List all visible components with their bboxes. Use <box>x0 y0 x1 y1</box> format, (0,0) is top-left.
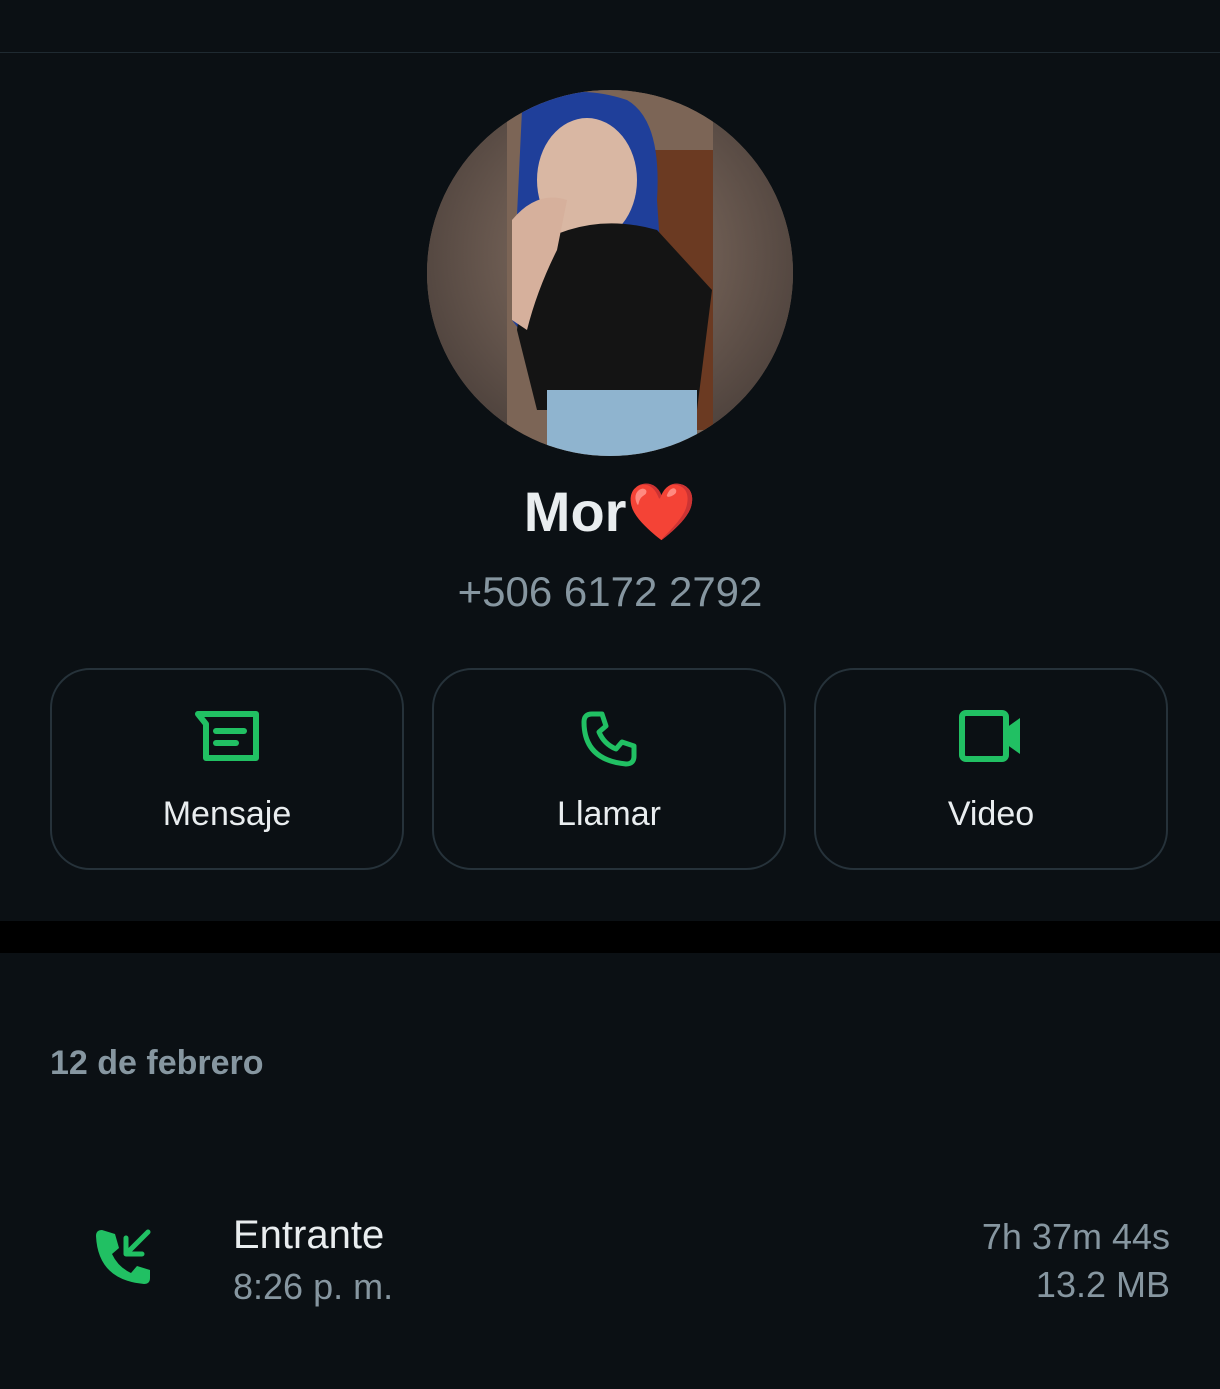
avatar-photo <box>427 90 793 456</box>
call-data-size: 13.2 MB <box>1035 1264 1170 1305</box>
video-button[interactable]: Video <box>814 668 1168 870</box>
video-button-label: Video <box>947 795 1035 833</box>
contact-name-text: Mor <box>523 480 627 543</box>
top-divider <box>0 52 1220 53</box>
message-icon <box>52 710 402 770</box>
call-button[interactable]: Llamar <box>432 668 786 870</box>
incoming-call-icon <box>92 1226 154 1288</box>
contact-info-screen: Mor❤️ +506 6172 2792 Mensaje Llamar Vide… <box>0 0 1220 1389</box>
call-duration: 7h 37m 44s <box>981 1216 1170 1257</box>
call-history-date: 12 de febrero <box>50 1044 264 1082</box>
contact-name: Mor❤️ <box>0 478 1220 546</box>
call-time: 8:26 p. m. <box>233 1266 394 1307</box>
video-icon <box>816 710 1166 770</box>
section-separator <box>0 921 1220 953</box>
contact-phone: +506 6172 2792 <box>457 568 763 615</box>
phone-icon <box>434 710 784 770</box>
call-type: Entrante <box>233 1213 385 1257</box>
message-button-label: Mensaje <box>162 795 292 833</box>
call-log-row[interactable]: Entrante 8:26 p. m. 7h 37m 44s 13.2 MB <box>0 1190 1220 1330</box>
message-button[interactable]: Mensaje <box>50 668 404 870</box>
contact-avatar[interactable] <box>427 90 793 456</box>
call-button-label: Llamar <box>557 795 661 833</box>
heart-emoji: ❤️ <box>626 480 697 543</box>
